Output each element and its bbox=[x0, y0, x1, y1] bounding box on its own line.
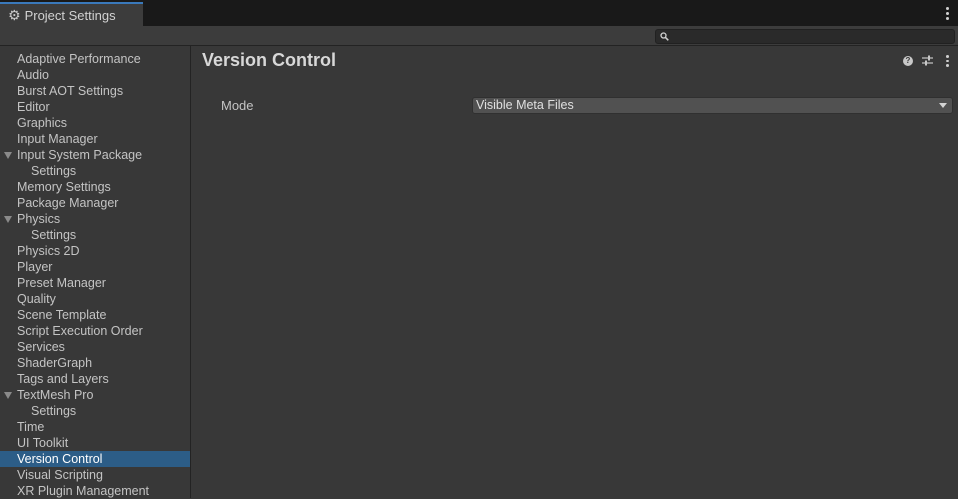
sidebar-item-package-manager[interactable]: Package Manager bbox=[0, 195, 190, 211]
sidebar-item-label: Audio bbox=[17, 68, 49, 82]
sidebar-item-label: XR Plugin Management bbox=[17, 484, 150, 498]
sidebar-item-input-system-package[interactable]: Input System Package bbox=[0, 147, 190, 163]
sidebar-item-label: Version Control bbox=[17, 452, 103, 466]
help-icon[interactable]: ? bbox=[903, 56, 913, 66]
sidebar-item-player[interactable]: Player bbox=[0, 259, 190, 275]
expand-triangle-icon[interactable] bbox=[4, 216, 12, 223]
sidebar-item-label: Input System Package bbox=[17, 148, 143, 162]
sidebar-item-ui-toolkit[interactable]: UI Toolkit bbox=[0, 435, 190, 451]
sidebar-item-label: Quality bbox=[17, 292, 56, 306]
sidebar-item-label: Script Execution Order bbox=[17, 324, 143, 338]
sidebar-item-label: Preset Manager bbox=[17, 276, 106, 290]
sidebar-item-physics[interactable]: Physics bbox=[0, 211, 190, 227]
sidebar-item-label: Player bbox=[17, 260, 53, 274]
sidebar-item-textmesh-pro[interactable]: TextMesh Pro bbox=[0, 387, 190, 403]
sidebar-item-version-control[interactable]: Version Control bbox=[0, 451, 190, 467]
sidebar-item-settings[interactable]: Settings bbox=[0, 403, 190, 419]
settings-sidebar: Adaptive Performance Audio Burst AOT Setti… bbox=[0, 46, 191, 498]
window-kebab-menu-icon[interactable] bbox=[944, 5, 950, 21]
sidebar-item-quality[interactable]: Quality bbox=[0, 291, 190, 307]
sidebar-item-label: Settings bbox=[31, 404, 77, 418]
sidebar-item-services[interactable]: Services bbox=[0, 339, 190, 355]
search-icon bbox=[660, 32, 669, 41]
tab-title: Project Settings bbox=[24, 7, 116, 23]
sidebar-item-label: Scene Template bbox=[17, 308, 107, 322]
sidebar-item-scene-template[interactable]: Scene Template bbox=[0, 307, 190, 323]
page-title: Version Control bbox=[202, 50, 337, 70]
sidebar-item-xr-plugin-management[interactable]: XR Plugin Management bbox=[0, 483, 190, 499]
sidebar-item-label: Visual Scripting bbox=[17, 468, 103, 482]
sidebar-item-script-execution-order[interactable]: Script Execution Order bbox=[0, 323, 190, 339]
sidebar-item-preset-manager[interactable]: Preset Manager bbox=[0, 275, 190, 291]
sidebar-item-adaptive-performance[interactable]: Adaptive Performance bbox=[0, 51, 190, 67]
sidebar-item-input-manager[interactable]: Input Manager bbox=[0, 131, 190, 147]
mode-dropdown[interactable]: Visible Meta Files bbox=[472, 97, 953, 114]
sidebar-item-label: ShaderGraph bbox=[17, 356, 93, 370]
sidebar-item-label: Settings bbox=[31, 228, 77, 242]
sidebar-item-label: Physics 2D bbox=[17, 244, 80, 258]
tab-project-settings[interactable]: ⚙ Project Settings bbox=[0, 2, 143, 26]
dropdown-arrow-icon bbox=[939, 103, 947, 108]
expand-triangle-icon[interactable] bbox=[4, 152, 12, 159]
sidebar-item-graphics[interactable]: Graphics bbox=[0, 115, 190, 131]
sidebar-item-label: UI Toolkit bbox=[17, 436, 69, 450]
sidebar-item-memory-settings[interactable]: Memory Settings bbox=[0, 179, 190, 195]
expand-triangle-icon[interactable] bbox=[4, 392, 12, 399]
sidebar-item-editor[interactable]: Editor bbox=[0, 99, 190, 115]
sidebar-item-label: Adaptive Performance bbox=[17, 52, 141, 66]
sidebar-item-tags-and-layers[interactable]: Tags and Layers bbox=[0, 371, 190, 387]
sidebar-item-visual-scripting[interactable]: Visual Scripting bbox=[0, 467, 190, 483]
sidebar-item-burst-aot-settings[interactable]: Burst AOT Settings bbox=[0, 83, 190, 99]
kebab-menu-icon[interactable] bbox=[944, 55, 950, 68]
sidebar-item-label: Package Manager bbox=[17, 196, 119, 210]
preset-icon[interactable] bbox=[922, 55, 933, 66]
mode-label: Mode bbox=[221, 98, 254, 113]
toolbar bbox=[0, 26, 958, 46]
sidebar-item-label: Input Manager bbox=[17, 132, 98, 146]
sidebar-item-physics-2d[interactable]: Physics 2D bbox=[0, 243, 190, 259]
mode-dropdown-value: Visible Meta Files bbox=[476, 98, 574, 112]
sidebar-item-label: Services bbox=[17, 340, 65, 354]
sidebar-item-label: Tags and Layers bbox=[17, 372, 109, 386]
sidebar-item-label: Memory Settings bbox=[17, 180, 111, 194]
sidebar-item-label: Burst AOT Settings bbox=[17, 84, 124, 98]
sidebar-item-label: Graphics bbox=[17, 116, 68, 130]
sidebar-item-label: Time bbox=[17, 420, 45, 434]
sidebar-item-label: Settings bbox=[31, 164, 77, 178]
sidebar-item-label: TextMesh Pro bbox=[17, 388, 94, 402]
sidebar-item-shadergraph[interactable]: ShaderGraph bbox=[0, 355, 190, 371]
gear-icon: ⚙ bbox=[8, 7, 21, 23]
sidebar-item-label: Physics bbox=[17, 212, 61, 226]
sidebar-item-settings[interactable]: Settings bbox=[0, 163, 190, 179]
sidebar-item-audio[interactable]: Audio bbox=[0, 67, 190, 83]
sidebar-item-label: Editor bbox=[17, 100, 50, 114]
search-input[interactable] bbox=[655, 29, 955, 44]
sidebar-item-settings[interactable]: Settings bbox=[0, 227, 190, 243]
window-titlebar: ⚙ Project Settings bbox=[0, 0, 958, 26]
settings-content: Version Control ? Mode Visible Meta File… bbox=[191, 46, 958, 498]
sidebar-item-time[interactable]: Time bbox=[0, 419, 190, 435]
